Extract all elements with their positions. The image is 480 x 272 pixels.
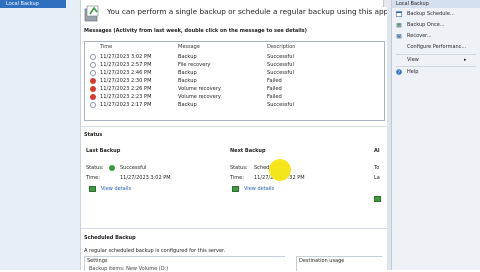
destination-usage-label: Destination usage [299, 258, 345, 264]
messages-table[interactable]: Time Message Description 11/27/2023 3:02… [84, 41, 385, 121]
row-message: Backup [178, 54, 197, 60]
divider [81, 126, 388, 127]
settings-row: Backup items: New Volume (D:) [89, 266, 169, 272]
next-backup-status-label: Status: [230, 165, 248, 171]
row-description: Failed [267, 86, 282, 92]
help-icon: ? [396, 69, 402, 75]
last-backup-status-label: Status: [86, 165, 104, 171]
status-title: Status [84, 132, 103, 138]
details-icon [89, 186, 96, 192]
row-time: 11/27/2023 2:23 PM [100, 94, 152, 100]
info-icon [90, 62, 96, 68]
next-backup-view-details-link[interactable]: View details [244, 186, 274, 192]
backup-icon [396, 23, 402, 28]
row-time: 11/27/2023 2:17 PM [100, 102, 152, 108]
messages-title: Messages (Activity from last week, doubl… [84, 28, 307, 34]
all-backups-panel: Al To La [374, 148, 388, 208]
table-row[interactable]: 11/27/2023 2:57 PM File recovery Success… [85, 61, 384, 69]
submenu-arrow-icon: ▸ [464, 57, 467, 63]
scheduled-backup-title: Scheduled Backup [84, 235, 136, 241]
row-message: File recovery [178, 62, 211, 68]
row-description: Successful [267, 70, 294, 76]
table-row[interactable]: 11/27/2023 2:23 PM Volume recovery Faile… [85, 93, 384, 101]
row-message: Backup [178, 70, 197, 76]
details-icon [232, 186, 239, 192]
table-row[interactable]: 11/27/2023 2:30 PM Backup Failed [85, 77, 384, 85]
header-text: You can perform a single backup or sched… [107, 7, 418, 16]
error-icon [90, 94, 96, 100]
next-backup-time-label: Time: [230, 175, 244, 181]
action-view[interactable]: View ▸ [396, 55, 476, 65]
next-backup-panel: Next Backup Status: Scheduled Time: 11/2… [230, 148, 370, 198]
calendar-icon [396, 11, 402, 17]
error-icon [90, 78, 96, 84]
action-label: Recover... [407, 33, 432, 39]
row-time: 11/27/2023 3:02 PM [100, 54, 152, 60]
column-header-time[interactable]: Time [100, 43, 112, 51]
last-backup-time-value: 11/27/2023 3:02 PM [120, 175, 171, 181]
row-description: Successful [267, 62, 294, 68]
success-icon [109, 165, 115, 171]
last-backup-panel: Last Backup Status: Successful Time: 11/… [86, 148, 216, 198]
row-description: Successful [267, 54, 294, 60]
row-message: Backup [178, 102, 197, 108]
action-label: Help [407, 69, 419, 75]
action-label: View [407, 57, 419, 63]
action-label: Configure Performanc... [407, 44, 467, 50]
actions-pane: Local Backup Backup Schedule... Backup O… [391, 0, 480, 270]
row-description: Failed [267, 78, 282, 84]
table-row[interactable]: 11/27/2023 2:46 PM Backup Successful [85, 69, 384, 77]
table-row[interactable]: 11/27/2023 2:17 PM Backup Successful [85, 101, 384, 109]
table-row[interactable]: 11/27/2023 3:02 PM Backup Successful [85, 53, 384, 61]
details-icon [374, 196, 381, 202]
row-time: 11/27/2023 2:30 PM [100, 78, 152, 84]
row-message: Volume recovery [178, 94, 221, 100]
cursor-highlight [269, 159, 291, 181]
info-icon [90, 54, 96, 60]
destination-usage-box: Destination usage [296, 256, 382, 271]
row-message: Volume recovery [178, 86, 221, 92]
info-icon [90, 102, 96, 108]
divider [81, 228, 388, 229]
backup-app-icon [84, 5, 99, 22]
column-header-message[interactable]: Message [178, 43, 200, 51]
all-backups-line2: La [374, 175, 380, 181]
header: You can perform a single backup or sched… [81, 0, 417, 26]
recover-icon [396, 34, 402, 39]
action-label: Backup Once... [407, 22, 445, 28]
main-content: You can perform a single backup or sched… [81, 0, 417, 272]
row-description: Failed [267, 94, 282, 100]
action-label: Backup Schedule... [407, 11, 455, 17]
next-backup-heading: Next Backup [230, 148, 266, 154]
last-backup-heading: Last Backup [86, 148, 121, 154]
row-time: 11/27/2023 2:57 PM [100, 62, 152, 68]
table-row[interactable]: 11/27/2023 2:26 PM Volume recovery Faile… [85, 85, 384, 93]
nav-item-local-backup[interactable]: Local Backup [0, 0, 66, 8]
scheduled-backup-text: A regular scheduled backup is configured… [84, 248, 226, 254]
row-message: Backup [178, 78, 197, 84]
settings-box: Settings Backup items: New Volume (D:) [84, 256, 285, 272]
settings-label: Settings [87, 258, 108, 264]
last-backup-view-details-link[interactable]: View details [101, 186, 131, 192]
navigation-pane: Local Backup [0, 0, 81, 270]
info-icon [90, 70, 96, 76]
row-description: Successful [267, 102, 294, 108]
all-backups-heading: Al [374, 148, 380, 154]
actions-header: Local Backup [392, 0, 480, 8]
row-time: 11/27/2023 2:26 PM [100, 86, 152, 92]
last-backup-time-label: Time: [86, 175, 100, 181]
column-header-description[interactable]: Description [267, 43, 295, 51]
last-backup-status-value: Successful [120, 165, 147, 171]
row-time: 11/27/2023 2:46 PM [100, 70, 152, 76]
all-backups-line1: To [374, 165, 380, 171]
error-icon [90, 86, 96, 92]
